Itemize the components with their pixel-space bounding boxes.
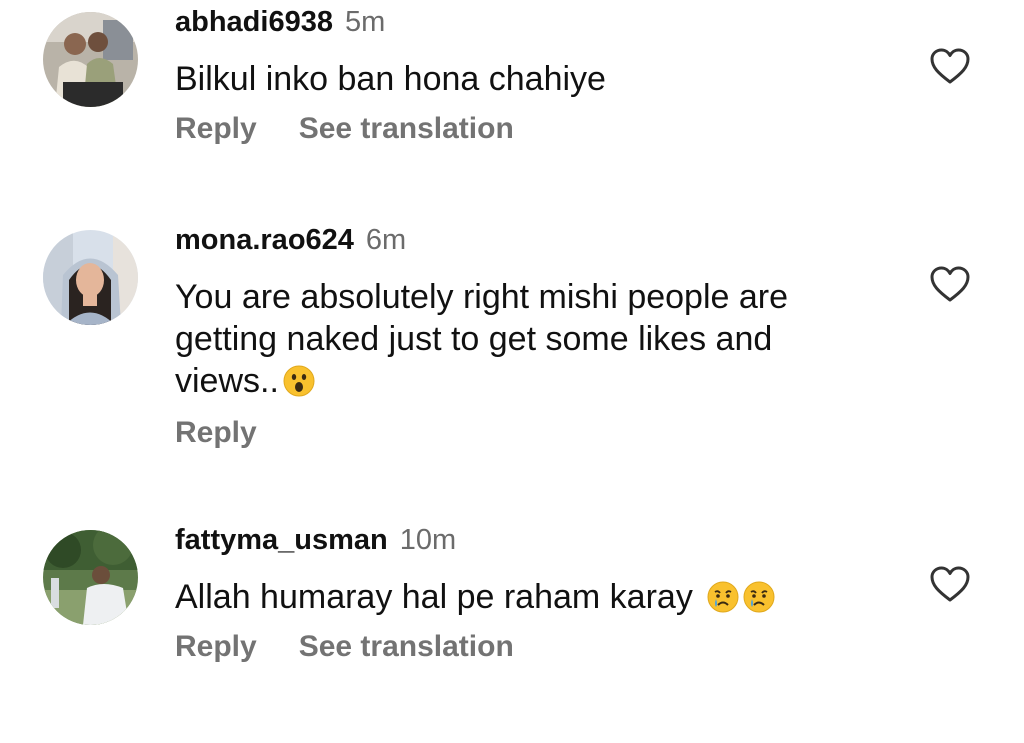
comment-actions: Reply <box>175 416 895 450</box>
timestamp: 6m <box>365 224 407 256</box>
avatar[interactable] <box>43 230 138 325</box>
comment-meta: abhadi6938 5m <box>175 4 895 40</box>
comment-text-line: getting naked just to get some likes and <box>175 320 773 358</box>
see-translation-button[interactable]: See translation <box>299 112 514 145</box>
heart-outline-icon[interactable] <box>928 264 972 304</box>
heart-outline-icon[interactable] <box>928 46 972 86</box>
timestamp: 5m <box>344 6 386 38</box>
comment-text-line: views.. <box>175 360 895 402</box>
see-translation-button[interactable]: See translation <box>299 630 514 663</box>
username[interactable]: mona.rao624 <box>175 224 354 256</box>
comment-meta: fattyma_usman 10m <box>175 522 895 558</box>
comment-text-line: You are absolutely right mishi people ar… <box>175 278 789 316</box>
reply-button[interactable]: Reply <box>175 416 257 449</box>
comment-text: Bilkul inko ban hona chahiye <box>175 60 606 98</box>
crying-face-emoji <box>707 581 739 613</box>
face-with-open-mouth-emoji <box>283 365 315 397</box>
comment-body: fattyma_usman 10m Allah humaray hal pe ra… <box>175 522 895 664</box>
comment-1: abhadi6938 5m Bilkul inko ban hona chahiy… <box>0 0 1024 200</box>
username[interactable]: abhadi6938 <box>175 6 333 38</box>
heart-outline-icon[interactable] <box>928 564 972 604</box>
crying-face-emoji <box>743 581 775 613</box>
username[interactable]: fattyma_usman <box>175 524 388 556</box>
comment-actions: Reply See translation <box>175 630 895 664</box>
comment-body: abhadi6938 5m Bilkul inko ban hona chahiy… <box>175 4 895 146</box>
comment-3: fattyma_usman 10m Allah humaray hal pe ra… <box>0 520 1024 720</box>
comment-text: Allah humaray hal pe raham karay <box>175 576 895 618</box>
comment-body: mona.rao624 6m You are absolutely right m… <box>175 222 895 450</box>
avatar[interactable] <box>43 530 138 625</box>
comment-actions: Reply See translation <box>175 112 895 146</box>
avatar[interactable] <box>43 12 138 107</box>
comment-text: You are absolutely right mishi people ar… <box>175 276 895 402</box>
comment-text-fragment: views.. <box>175 362 279 400</box>
comment-meta: mona.rao624 6m <box>175 222 895 258</box>
reply-button[interactable]: Reply <box>175 630 257 663</box>
timestamp: 10m <box>399 524 457 556</box>
comment-2: mona.rao624 6m You are absolutely right m… <box>0 220 1024 490</box>
reply-button[interactable]: Reply <box>175 112 257 145</box>
comment-text-fragment: Allah humaray hal pe raham karay <box>175 578 693 616</box>
